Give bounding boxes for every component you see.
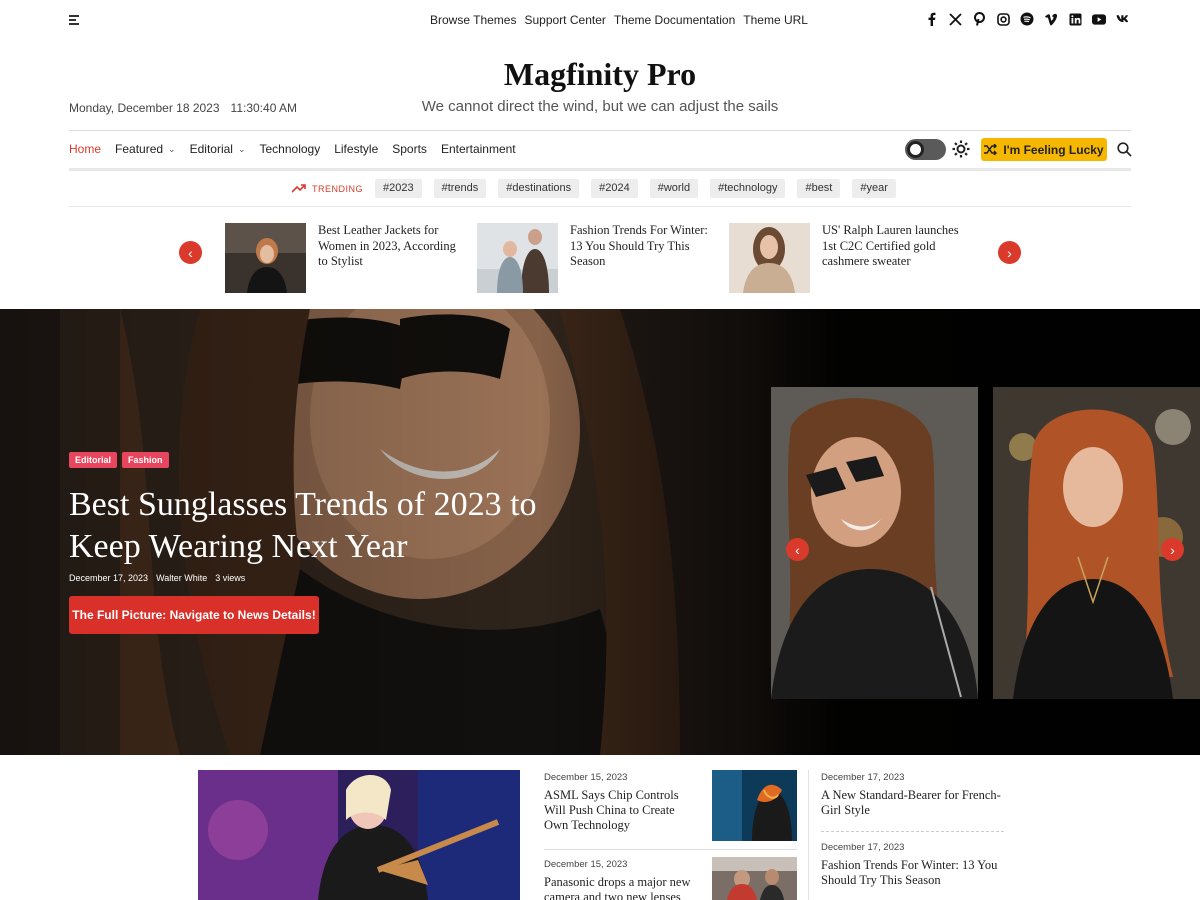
slider-prev-button[interactable]: ‹ bbox=[786, 538, 809, 561]
trending-tag[interactable]: #best bbox=[797, 179, 841, 198]
nav-item-sports[interactable]: Sports bbox=[392, 142, 427, 156]
post-title[interactable]: ASML Says Chip Controls Will Push China … bbox=[544, 788, 694, 833]
ticker-thumbnail bbox=[225, 223, 306, 293]
divider bbox=[544, 849, 797, 850]
hero-author[interactable]: Walter White bbox=[156, 573, 207, 583]
ticker-item[interactable]: Fashion Trends For Winter: 13 You Should… bbox=[477, 223, 720, 293]
main-nav: Home Featured ⌄ Editorial ⌄ Technology Lif… bbox=[69, 142, 516, 156]
chevron-down-icon: ⌄ bbox=[237, 143, 246, 154]
hero-title[interactable]: Best Sunglasses Trends of 2023 to Keep W… bbox=[69, 484, 569, 568]
nav-item-editorial[interactable]: Editorial ⌄ bbox=[190, 142, 246, 156]
post-title[interactable]: A New Standard-Bearer for French-Girl St… bbox=[821, 788, 1006, 818]
vimeo-icon[interactable] bbox=[1044, 11, 1058, 27]
feeling-lucky-label: I'm Feeling Lucky bbox=[1003, 142, 1104, 157]
post-thumbnail[interactable] bbox=[712, 770, 797, 841]
current-date: Monday, December 18 2023 bbox=[69, 101, 220, 115]
linkedin-icon[interactable] bbox=[1068, 11, 1082, 27]
hero-views: 3 views bbox=[215, 573, 246, 583]
trending-tag[interactable]: #trends bbox=[433, 179, 487, 198]
top-bar: Browse Themes Support Center Theme Docum… bbox=[0, 0, 1200, 40]
hero-meta: December 17, 2023 Walter White 3 views bbox=[69, 573, 245, 583]
x-twitter-icon[interactable] bbox=[948, 11, 962, 27]
menu-icon[interactable] bbox=[69, 15, 81, 27]
current-time: 11:30:40 AM bbox=[230, 101, 298, 115]
divider bbox=[69, 206, 1131, 207]
post-image bbox=[712, 770, 797, 841]
pinterest-icon[interactable] bbox=[972, 11, 986, 27]
post-thumbnail[interactable] bbox=[712, 857, 797, 900]
date-time: Monday, December 18 2023 11:30:40 AM bbox=[69, 101, 297, 115]
hero-date: December 17, 2023 bbox=[69, 573, 149, 583]
trending-tag[interactable]: #technology bbox=[710, 179, 786, 198]
nav-item-featured[interactable]: Featured ⌄ bbox=[115, 142, 176, 156]
top-link-support-center[interactable]: Support Center bbox=[524, 13, 605, 27]
post-title[interactable]: Panasonic drops a major new camera and t… bbox=[544, 875, 699, 900]
site-title[interactable]: Magfinity Pro bbox=[0, 56, 1200, 93]
category-badge[interactable]: Editorial bbox=[69, 452, 118, 468]
divider bbox=[69, 168, 1131, 171]
trending-tag[interactable]: #2023 bbox=[375, 179, 422, 198]
top-link-theme-documentation[interactable]: Theme Documentation bbox=[614, 13, 735, 27]
nav-item-technology[interactable]: Technology bbox=[260, 142, 321, 156]
trending-tag[interactable]: #year bbox=[852, 179, 896, 198]
spotify-icon[interactable] bbox=[1020, 11, 1034, 27]
nav-item-home[interactable]: Home bbox=[69, 142, 101, 156]
post-item[interactable]: December 15, 2023 Panasonic drops a majo… bbox=[544, 859, 699, 900]
ticker-title[interactable]: US' Ralph Lauren launches 1st C2C Certif… bbox=[822, 223, 972, 293]
hero-badges: Editorial Fashion bbox=[69, 452, 169, 468]
shuffle-icon bbox=[984, 144, 998, 155]
slider-next-button[interactable]: › bbox=[1161, 538, 1184, 561]
post-image bbox=[712, 857, 797, 900]
divider bbox=[69, 130, 1131, 131]
post-title[interactable]: Fashion Trends For Winter: 13 You Should… bbox=[821, 858, 1006, 888]
facebook-icon[interactable] bbox=[924, 11, 938, 27]
toggle-knob bbox=[907, 141, 924, 158]
vk-icon[interactable] bbox=[1116, 11, 1130, 27]
featured-post-image[interactable] bbox=[198, 770, 520, 900]
instagram-icon[interactable] bbox=[996, 11, 1010, 27]
divider bbox=[821, 831, 1004, 832]
top-link-browse-themes[interactable]: Browse Themes bbox=[430, 13, 516, 27]
post-date: December 15, 2023 bbox=[544, 772, 628, 783]
trending-tag[interactable]: #destinations bbox=[498, 179, 580, 198]
ticker-prev-button[interactable]: ‹ bbox=[179, 241, 202, 264]
search-icon[interactable] bbox=[1117, 142, 1132, 157]
ticker-title[interactable]: Best Leather Jackets for Women in 2023, … bbox=[318, 223, 468, 293]
ticker-item[interactable]: Best Leather Jackets for Women in 2023, … bbox=[225, 223, 468, 293]
top-links: Browse Themes Support Center Theme Docum… bbox=[430, 13, 808, 27]
trending-tag[interactable]: #world bbox=[649, 179, 699, 198]
post-image bbox=[198, 770, 520, 900]
ticker-thumbnail bbox=[477, 223, 558, 293]
chevron-down-icon: ⌄ bbox=[168, 143, 176, 154]
post-item[interactable]: December 17, 2023 A New Standard-Bearer … bbox=[821, 772, 1006, 818]
ticker-thumbnail bbox=[729, 223, 810, 293]
category-badge[interactable]: Fashion bbox=[122, 452, 169, 468]
column-divider bbox=[808, 770, 809, 900]
trending-label: TRENDING bbox=[292, 184, 363, 194]
feeling-lucky-button[interactable]: I'm Feeling Lucky bbox=[981, 138, 1107, 161]
dark-mode-toggle[interactable] bbox=[905, 139, 946, 160]
ticker-next-button[interactable]: › bbox=[998, 241, 1021, 264]
trending-up-icon bbox=[292, 184, 306, 193]
top-link-theme-url[interactable]: Theme URL bbox=[743, 13, 808, 27]
trending-tag[interactable]: #2024 bbox=[591, 179, 638, 198]
post-date: December 15, 2023 bbox=[544, 859, 628, 870]
youtube-icon[interactable] bbox=[1092, 11, 1106, 27]
post-item[interactable]: December 15, 2023 ASML Says Chip Control… bbox=[544, 772, 694, 833]
sun-icon[interactable] bbox=[952, 140, 970, 158]
hero-section: Editorial Fashion Best Sunglasses Trends… bbox=[0, 309, 1200, 755]
post-date: December 17, 2023 bbox=[821, 772, 905, 783]
nav-item-entertainment[interactable]: Entertainment bbox=[441, 142, 516, 156]
trending-bar: TRENDING #2023 #trends #destinations #20… bbox=[292, 179, 896, 198]
read-more-button[interactable]: The Full Picture: Navigate to News Detai… bbox=[69, 596, 319, 634]
ticker-title[interactable]: Fashion Trends For Winter: 13 You Should… bbox=[570, 223, 720, 293]
nav-item-lifestyle[interactable]: Lifestyle bbox=[334, 142, 378, 156]
social-links bbox=[924, 11, 1130, 27]
ticker-item[interactable]: US' Ralph Lauren launches 1st C2C Certif… bbox=[729, 223, 972, 293]
post-date: December 17, 2023 bbox=[821, 842, 905, 853]
post-item[interactable]: December 17, 2023 Fashion Trends For Win… bbox=[821, 842, 1006, 888]
